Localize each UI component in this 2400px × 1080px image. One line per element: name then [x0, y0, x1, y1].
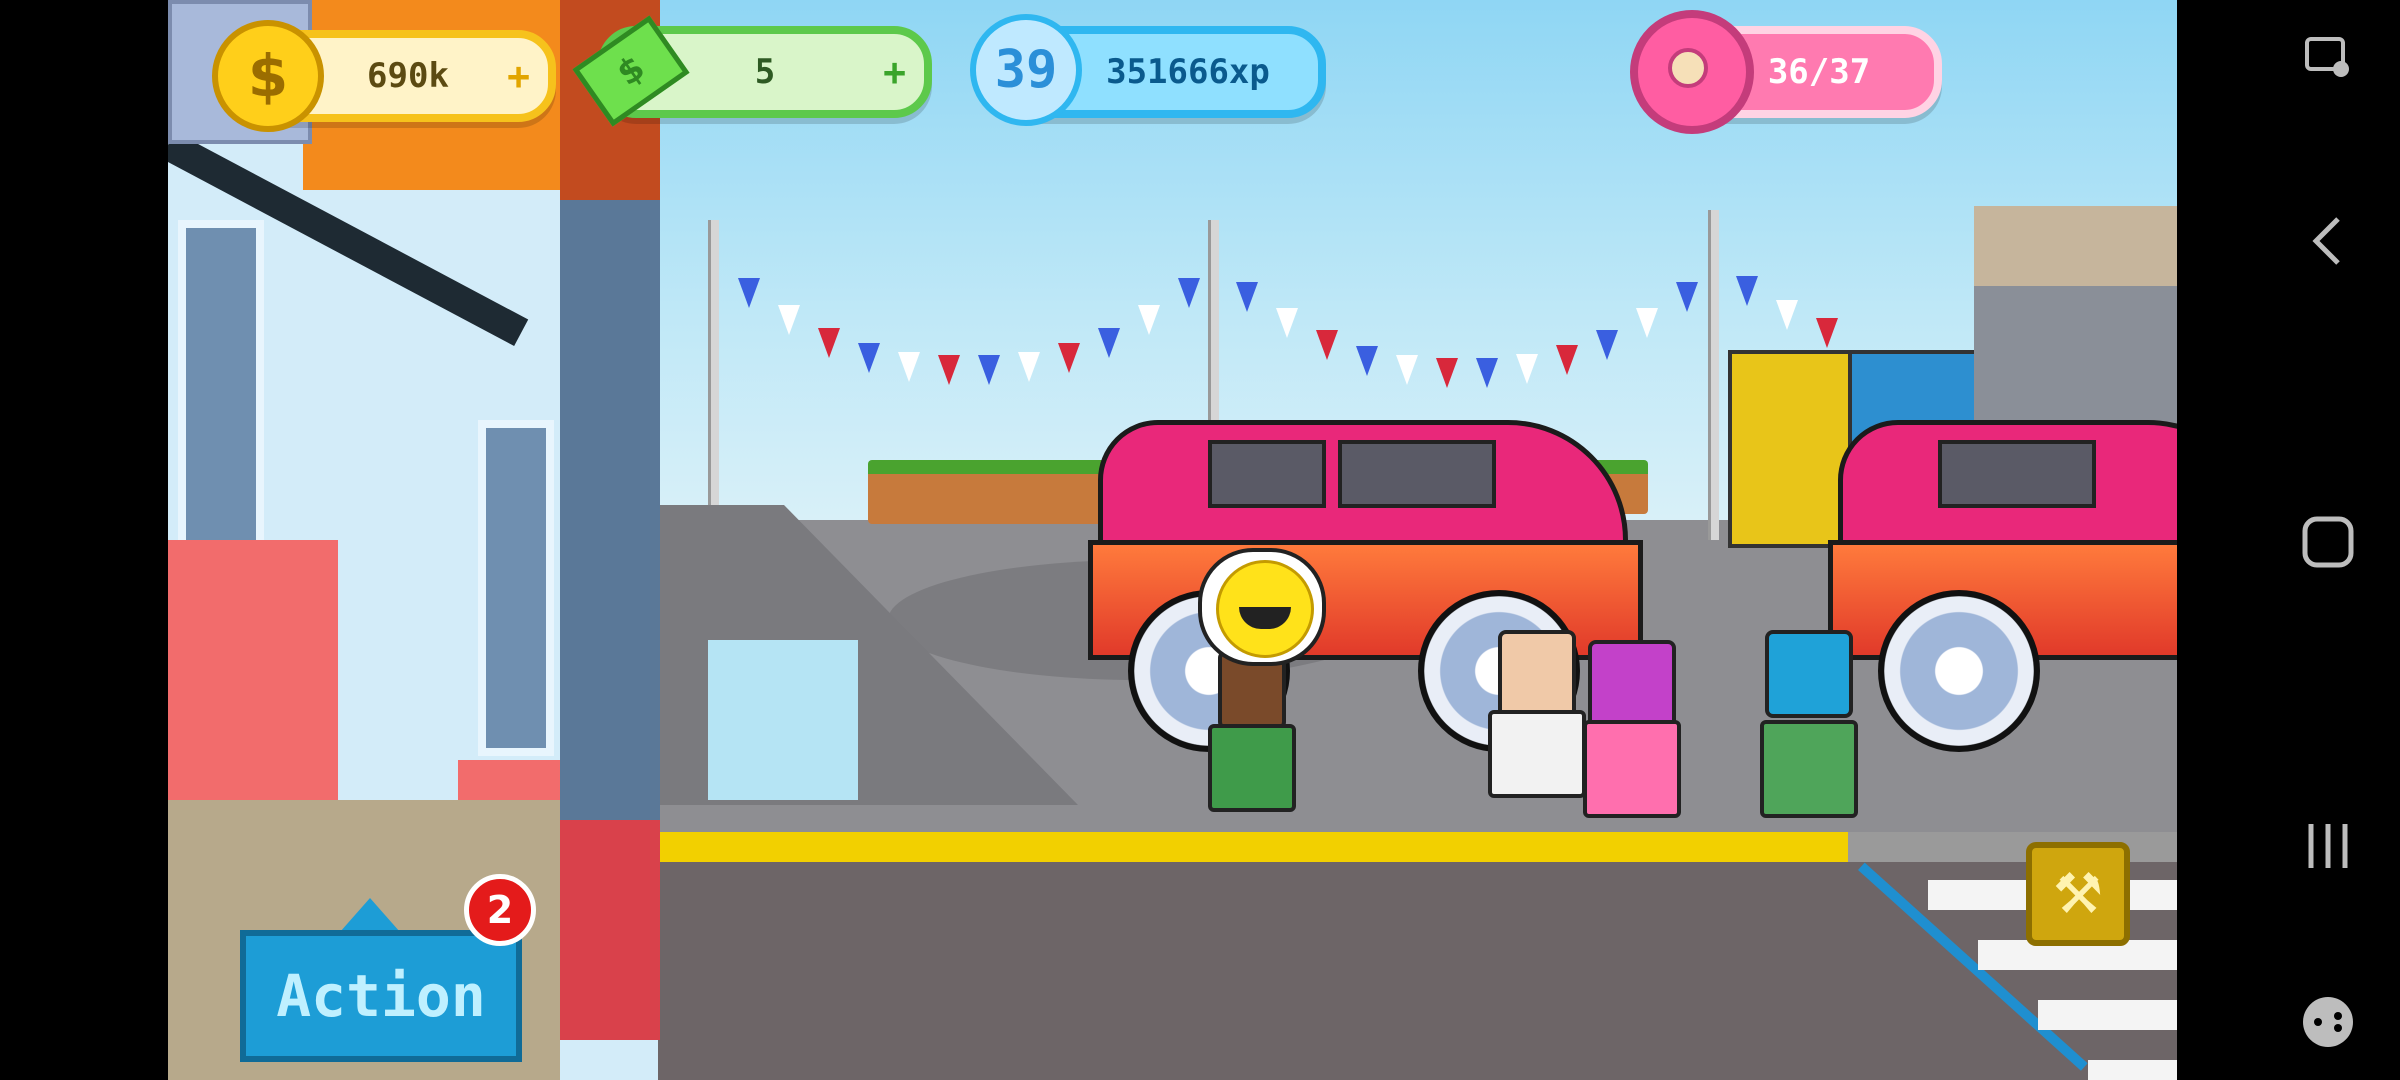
laughing-emoji-icon	[1216, 560, 1314, 658]
coins-value: 690k	[367, 56, 449, 96]
home-icon[interactable]	[2292, 506, 2364, 578]
action-button[interactable]: Action	[240, 930, 522, 1062]
coin-icon: $	[212, 20, 324, 132]
flag-pole	[1708, 210, 1719, 540]
action-notification-badge: 2	[464, 874, 536, 946]
wrench-button[interactable]: ⚒	[2026, 842, 2130, 946]
add-cash-button[interactable]: +	[883, 50, 906, 94]
recents-icon[interactable]	[2292, 810, 2364, 882]
happy-emoji-bubble	[1198, 548, 1326, 666]
wrench-icon: ⚒	[2052, 861, 2104, 927]
xp-value: 351666xp	[1106, 52, 1270, 92]
left-building	[168, 0, 660, 1080]
donut-value: 36/37	[1767, 52, 1871, 92]
customer-character[interactable]	[1198, 640, 1298, 840]
cash-value: 5	[754, 52, 776, 92]
customer-character[interactable]	[1568, 620, 1688, 830]
add-coins-button[interactable]: +	[507, 54, 530, 98]
action-arrow-icon	[340, 898, 400, 932]
back-icon[interactable]	[2292, 205, 2364, 277]
customer-character[interactable]	[1750, 620, 1860, 830]
level-star-icon: 39	[970, 14, 1082, 126]
flag-pole	[708, 220, 719, 510]
donut-icon	[1630, 10, 1754, 134]
ramp-window	[708, 640, 858, 800]
pink-car[interactable]	[1828, 420, 2177, 780]
gamepad-icon[interactable]	[2292, 986, 2364, 1058]
screenshot-icon[interactable]	[2292, 20, 2364, 92]
